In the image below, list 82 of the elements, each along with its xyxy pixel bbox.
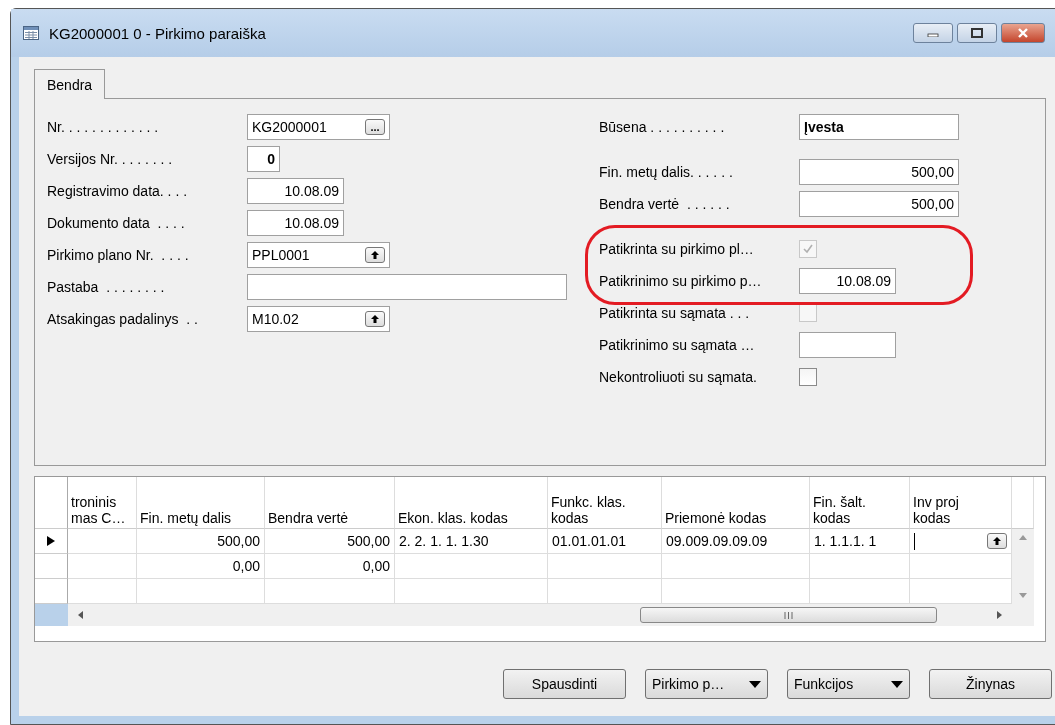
menu-button[interactable]: Funkcijos bbox=[787, 669, 910, 699]
field-label: Registravimo data. . . . bbox=[47, 183, 189, 199]
window-title: KG2000001 0 - Pirkimo paraiška bbox=[49, 24, 266, 42]
column-header[interactable]: troninis mas C… bbox=[68, 477, 137, 529]
table-cell: 09.009.09.09.09 bbox=[662, 529, 810, 554]
dropdown-arrow-icon bbox=[891, 680, 903, 688]
action-button[interactable]: Spausdinti bbox=[503, 669, 626, 699]
tab[interactable]: Bendra bbox=[34, 69, 106, 99]
date-field[interactable]: 10.08.09 bbox=[247, 210, 344, 236]
date-field[interactable] bbox=[799, 332, 896, 358]
input-field[interactable] bbox=[247, 274, 567, 300]
maximize-icon bbox=[971, 28, 983, 38]
column-header[interactable]: Inv proj kodas bbox=[910, 477, 1012, 529]
amount-field[interactable]: 500,00 bbox=[799, 159, 959, 185]
field-label: Fin. metų dalis. . . . . . bbox=[599, 164, 734, 180]
scroll-down-icon[interactable] bbox=[1019, 593, 1027, 598]
input-field[interactable]: M10.02 bbox=[247, 306, 390, 332]
assist-button[interactable]: ... bbox=[365, 119, 385, 135]
lookup-button[interactable] bbox=[365, 247, 385, 263]
field-label: Versijos Nr. . . . . . . . bbox=[47, 151, 174, 167]
table-cell: 0,00 bbox=[137, 554, 265, 579]
date-field[interactable]: 10.08.09 bbox=[799, 268, 896, 294]
field-label: Patikrinta su pirkimo pl… bbox=[599, 241, 755, 257]
field-label: Pirkimo plano Nr. . . . . bbox=[47, 247, 190, 263]
menu-button[interactable]: Pirkimo p… bbox=[645, 669, 768, 699]
table-cell[interactable] bbox=[910, 529, 1012, 554]
column-header[interactable]: Fin. šalt. kodas bbox=[810, 477, 910, 529]
window-icon bbox=[23, 26, 39, 40]
table-cell bbox=[68, 529, 137, 554]
checkbox[interactable] bbox=[799, 368, 817, 386]
vertical-scrollbar[interactable] bbox=[1012, 529, 1034, 604]
field-label: Dokumento data . . . . bbox=[47, 215, 186, 231]
field-label: Būsena . . . . . . . . . . bbox=[599, 119, 726, 135]
lookup-button[interactable] bbox=[987, 533, 1007, 549]
input-field[interactable]: 0 bbox=[247, 146, 280, 172]
horizontal-scrollbar[interactable] bbox=[68, 604, 1012, 626]
table-cell: 500,00 bbox=[137, 529, 265, 554]
action-button[interactable]: Žinynas bbox=[929, 669, 1052, 699]
scrollbar-thumb[interactable] bbox=[640, 607, 937, 623]
field-label: Atsakingas padalinys . . bbox=[47, 311, 199, 327]
grid-corner bbox=[35, 604, 68, 626]
table-cell: 1. 1.1.1. 1 bbox=[810, 529, 910, 554]
table-cell bbox=[68, 554, 137, 579]
field-label: Patikrinta su sąmata . . . bbox=[599, 305, 751, 321]
input-field[interactable]: PPL0001 bbox=[247, 242, 390, 268]
input-field[interactable]: Įvesta bbox=[799, 114, 959, 140]
dropdown-arrow-icon bbox=[749, 680, 761, 688]
field-label: Nekontroliuoti su sąmata. bbox=[599, 369, 758, 385]
close-icon bbox=[1017, 28, 1029, 38]
lookup-button[interactable] bbox=[365, 311, 385, 327]
maximize-button[interactable] bbox=[957, 23, 997, 43]
field-label: Patikrinimo su pirkimo p… bbox=[599, 273, 763, 289]
input-field[interactable]: KG2000001 ... bbox=[247, 114, 390, 140]
table-cell: 2. 2. 1. 1. 1.30 bbox=[395, 529, 548, 554]
column-header[interactable]: Priemonė kodas bbox=[662, 477, 810, 529]
scroll-up-icon[interactable] bbox=[1019, 535, 1027, 540]
up-arrow-icon bbox=[992, 536, 1002, 546]
column-header[interactable]: Funkc. klas. kodas bbox=[548, 477, 662, 529]
field-label: Nr. . . . . . . . . . . . . bbox=[47, 119, 160, 135]
amount-field[interactable]: 500,00 bbox=[799, 191, 959, 217]
up-arrow-icon bbox=[370, 314, 380, 324]
close-button[interactable] bbox=[1001, 23, 1045, 43]
table-cell: 500,00 bbox=[265, 529, 395, 554]
scroll-left-icon[interactable] bbox=[78, 611, 83, 619]
date-field[interactable]: 10.08.09 bbox=[247, 178, 344, 204]
scroll-right-icon[interactable] bbox=[997, 611, 1002, 619]
field-label: Patikrinimo su sąmata … bbox=[599, 337, 756, 353]
column-header[interactable]: Fin. metų dalis bbox=[137, 477, 265, 529]
column-header[interactable]: Bendra vertė bbox=[265, 477, 395, 529]
field-value: M10.02 bbox=[252, 311, 299, 327]
text-cursor bbox=[914, 532, 915, 550]
up-arrow-icon bbox=[370, 250, 380, 260]
field-label: Bendra vertė . . . . . . bbox=[599, 196, 731, 212]
current-row-icon bbox=[47, 536, 55, 546]
field-value: PPL0001 bbox=[252, 247, 310, 263]
field-value: KG2000001 bbox=[252, 119, 327, 135]
row-header[interactable] bbox=[35, 529, 68, 554]
table-cell: 0,00 bbox=[265, 554, 395, 579]
field-label: Pastaba . . . . . . . . bbox=[47, 279, 166, 295]
column-header[interactable]: Ekon. klas. kodas bbox=[395, 477, 548, 529]
table-cell: 01.01.01.01 bbox=[548, 529, 662, 554]
checkmark-icon bbox=[802, 243, 814, 255]
